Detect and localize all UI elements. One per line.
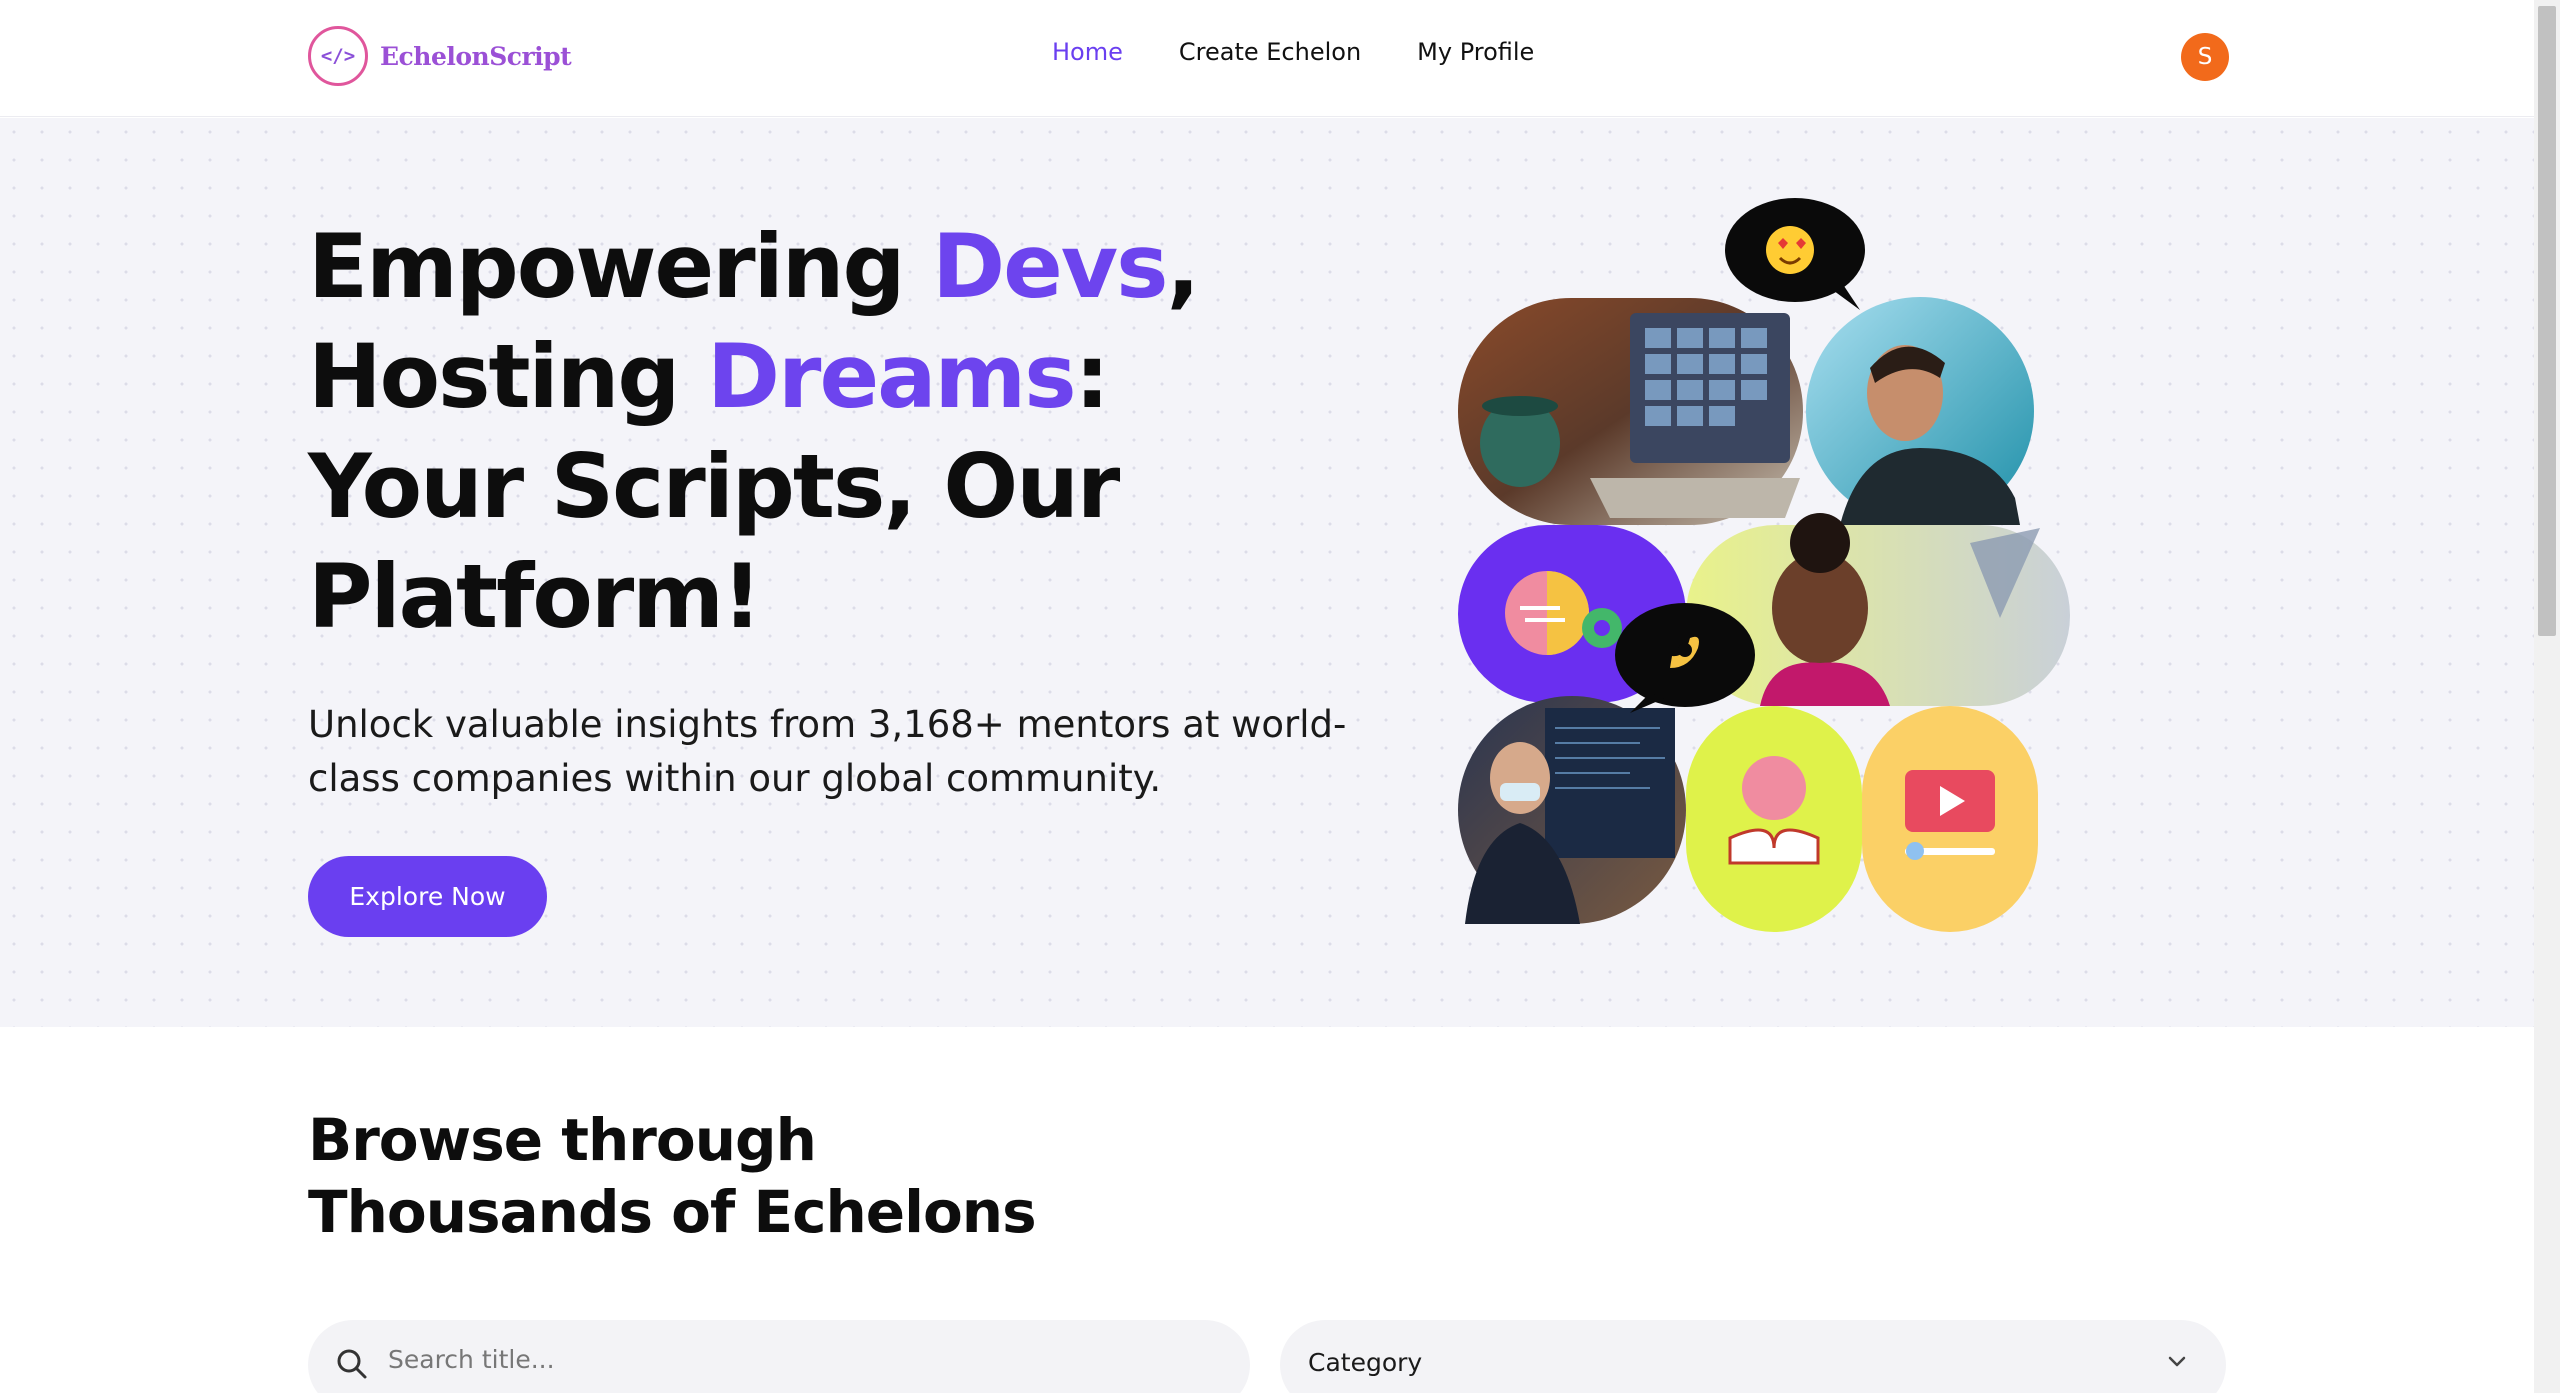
hero-title-accent: Dreams	[707, 325, 1077, 428]
hero-title: Empowering Devs, Hosting Dreams: Your Sc…	[308, 212, 1308, 652]
hero-section: Empowering Devs, Hosting Dreams: Your Sc…	[0, 118, 2534, 1027]
hero-title-text: Empowering	[308, 215, 933, 318]
hero-title-accent: Devs	[932, 215, 1168, 318]
hero-title-text: Hosting	[308, 325, 707, 428]
hero-title-text: Your Scripts, Our	[308, 435, 1120, 538]
video-play-icon	[1862, 706, 2038, 932]
search-input[interactable]	[388, 1345, 1188, 1374]
page-scrollbar[interactable]	[2534, 0, 2560, 1393]
category-label: Category	[1308, 1348, 1423, 1377]
browse-heading: Browse through Thousands of Echelons	[308, 1104, 1208, 1248]
brain-book-icon	[1686, 706, 1862, 932]
nav-create-echelon[interactable]: Create Echelon	[1179, 38, 1361, 66]
hero-title-text: Platform!	[308, 545, 762, 648]
chevron-down-icon	[2168, 1356, 2186, 1367]
browse-heading-line: Thousands of Echelons	[308, 1178, 1037, 1246]
ok-hand-emoji	[1615, 603, 1755, 713]
logo-text: EchelonScript	[380, 41, 572, 71]
nav-home[interactable]: Home	[1052, 38, 1123, 66]
code-icon: </>	[308, 26, 368, 86]
category-select[interactable]: Category	[1280, 1320, 2226, 1393]
search-icon	[337, 1349, 367, 1379]
presenter-photo	[1458, 696, 1686, 924]
hero-subtitle: Unlock valuable insights from 3,168+ men…	[308, 703, 1347, 800]
hero-collage	[1458, 198, 2070, 932]
heart-eyes-emoji	[1725, 198, 1865, 310]
nav-my-profile[interactable]: My Profile	[1417, 38, 1534, 66]
scrollbar-thumb[interactable]	[2538, 6, 2556, 636]
top-navbar: </> EchelonScript Home Create Echelon My…	[0, 0, 2534, 117]
browse-heading-line: Browse through	[308, 1106, 817, 1174]
laptop-video-call-photo	[1458, 298, 1803, 525]
explore-now-button[interactable]: Explore Now	[308, 856, 547, 937]
smiling-man-photo	[1806, 297, 2034, 525]
avatar[interactable]: S	[2181, 33, 2229, 81]
search-bar[interactable]	[308, 1320, 1250, 1393]
hero-title-text: :	[1074, 325, 1110, 428]
main-nav: Home Create Echelon My Profile	[1052, 38, 1534, 66]
logo[interactable]: </> EchelonScript	[308, 26, 572, 86]
hero-title-text: ,	[1166, 215, 1200, 318]
